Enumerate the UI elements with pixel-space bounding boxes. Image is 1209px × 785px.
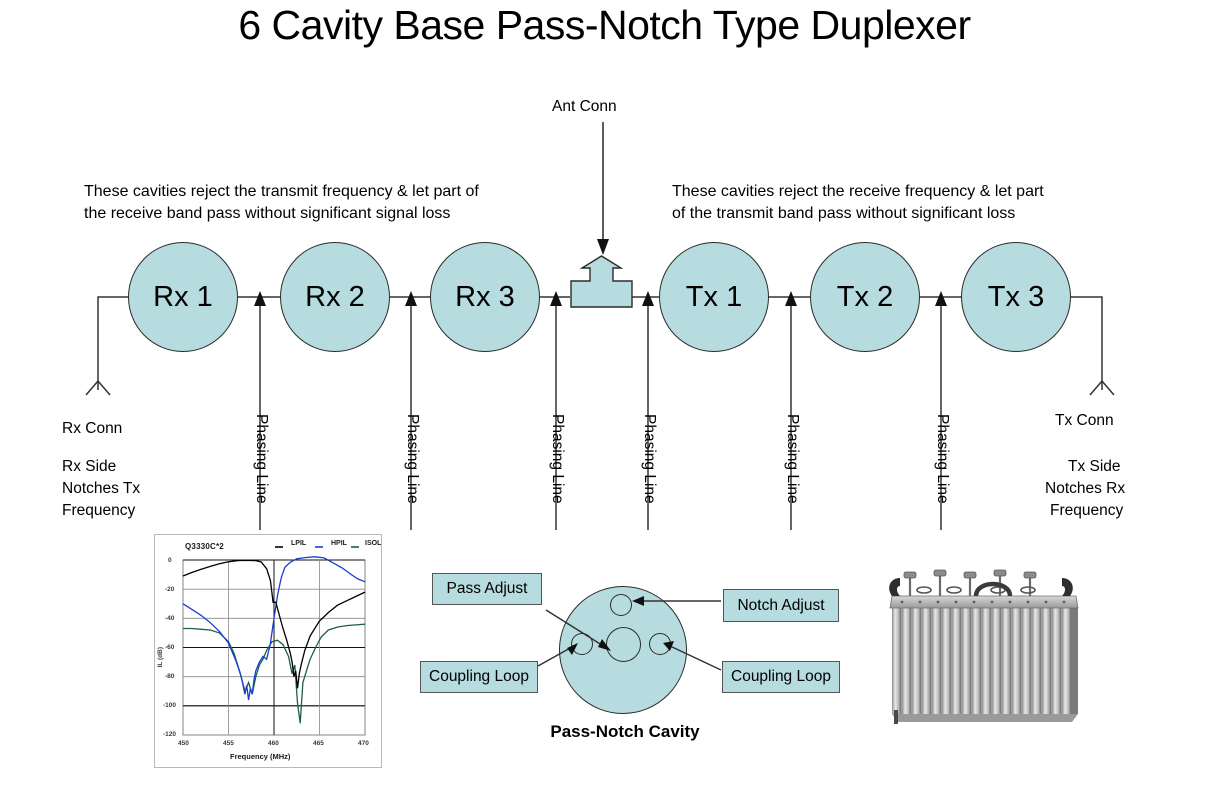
phasing-line-label-4: Phasing Line xyxy=(641,414,658,504)
pass-adjust-callout[interactable]: Pass Adjust xyxy=(432,573,542,605)
cavity-label: Tx 1 xyxy=(685,280,743,313)
ant-connector-block-icon xyxy=(570,255,633,308)
cavity-tx-2[interactable]: Tx 2 xyxy=(810,242,920,352)
phasing-line-label-3: Phasing Line xyxy=(549,414,566,504)
cavity-rx-1[interactable]: Rx 1 xyxy=(128,242,238,352)
cavity-tx-1[interactable]: Tx 1 xyxy=(659,242,769,352)
cavity-label: Rx 3 xyxy=(455,280,515,313)
tx-conn-label: Tx Conn xyxy=(1055,412,1114,429)
right-note-line-2: of the transmit band pass without signif… xyxy=(672,205,1016,222)
phasing-line-label-1: Phasing Line xyxy=(253,414,270,504)
rx-conn-label: Rx Conn xyxy=(62,420,123,437)
tx-side-line-2: Notches Rx xyxy=(1045,480,1126,497)
rx-side-line-2: Notches Tx xyxy=(62,480,141,497)
cavity-label: Tx 2 xyxy=(836,280,894,313)
cavity-label: Rx 2 xyxy=(305,280,365,313)
notch-adjust-label: Notch Adjust xyxy=(737,596,825,614)
cavity-rx-2[interactable]: Rx 2 xyxy=(280,242,390,352)
rx-side-line-1: Rx Side xyxy=(62,458,117,475)
chart-plot-area xyxy=(182,556,366,736)
coupling-loop-right-label: Coupling Loop xyxy=(731,668,831,685)
pass-adjust-label: Pass Adjust xyxy=(446,580,528,597)
notch-adjust-callout[interactable]: Notch Adjust xyxy=(723,589,839,622)
cavity-tx-3[interactable]: Tx 3 xyxy=(961,242,1071,352)
right-note-line-1: These cavities reject the receive freque… xyxy=(672,183,1044,200)
duplexer-photo xyxy=(889,569,1079,724)
left-note-line-2: the receive band pass without significan… xyxy=(84,205,451,222)
ant-conn-label: Ant Conn xyxy=(552,98,617,115)
coupling-loop-left-callout[interactable]: Coupling Loop xyxy=(420,661,538,693)
cavity-rx-3[interactable]: Rx 3 xyxy=(430,242,540,352)
cavity-label: Rx 1 xyxy=(153,280,213,313)
phasing-line-label-2: Phasing Line xyxy=(404,414,421,504)
tx-side-line-3: Frequency xyxy=(1050,502,1124,519)
response-chart: Q3330C*2 LPIL HPIL ISOL IL (dB) 0 -20 -4… xyxy=(154,534,382,768)
page-title: 6 Cavity Base Pass-Notch Type Duplexer xyxy=(238,2,971,48)
phasing-line-label-5: Phasing Line xyxy=(784,414,801,504)
slide-canvas: 6 Cavity Base Pass-Notch Type Duplexer A… xyxy=(0,0,1209,785)
phasing-line-label-6: Phasing Line xyxy=(934,414,951,504)
coupling-loop-left-label: Coupling Loop xyxy=(429,668,529,685)
pass-notch-cavity-caption: Pass-Notch Cavity xyxy=(550,722,700,741)
ant-conn-arrow-icon xyxy=(597,122,609,255)
left-note-line-1: These cavities reject the transmit frequ… xyxy=(84,183,479,200)
tx-side-line-1: Tx Side xyxy=(1068,458,1121,475)
rx-side-line-3: Frequency xyxy=(62,502,136,519)
cavity-label: Tx 3 xyxy=(987,280,1045,313)
coupling-loop-right-callout[interactable]: Coupling Loop xyxy=(722,661,840,693)
